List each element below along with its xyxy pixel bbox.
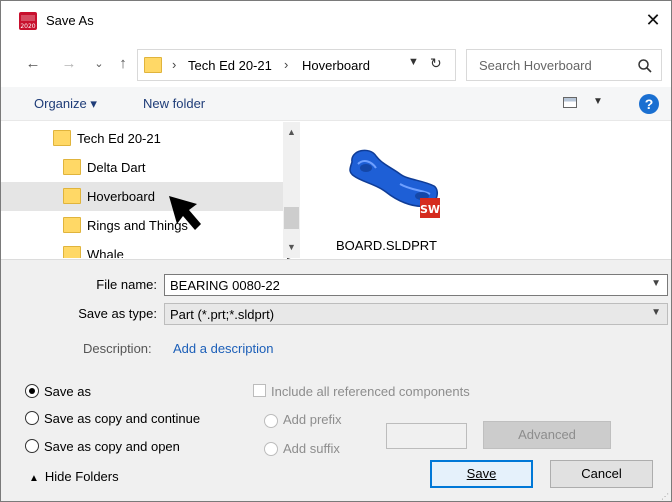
cancel-button[interactable]: Cancel [550, 460, 653, 488]
resize-grip-icon[interactable]: ⋰ [661, 492, 669, 501]
save-as-dialog: 2020 Save As ✕ ← → ⌄ ↑ › Tech Ed 20-21 ›… [0, 0, 672, 502]
tree-item-label: Hoverboard [87, 189, 155, 204]
address-dropdown-chevron-icon[interactable]: ▼ [408, 56, 419, 68]
tree-item-whale[interactable]: Whale [1, 240, 283, 258]
add-suffix-label: Add suffix [283, 441, 340, 456]
breadcrumb-separator: › [284, 57, 289, 72]
new-folder-button[interactable]: New folder [143, 96, 205, 111]
file-name-value: BEARING 0080-22 [170, 278, 280, 293]
tree-item-label: Whale [87, 247, 124, 258]
save-copy-open-label[interactable]: Save as copy and open [44, 439, 180, 454]
save-as-type-value: Part (*.prt;*.sldprt) [170, 307, 275, 322]
tree-item-rings-and-things[interactable]: Rings and Things [1, 211, 283, 240]
prefix-suffix-input[interactable] [386, 423, 467, 449]
tree-item-tech-ed[interactable]: Tech Ed 20-21 [1, 124, 283, 153]
search-icon [638, 59, 652, 73]
save-as-radio-label[interactable]: Save as [44, 384, 91, 399]
save-as-type-chevron-icon[interactable]: ▼ [651, 307, 661, 318]
scrollbar-thumb[interactable] [284, 207, 299, 229]
save-as-type-label: Save as type: [78, 306, 157, 321]
breadcrumb-tech-ed[interactable]: Tech Ed 20-21 [188, 58, 272, 73]
file-list-pane: SW BOARD.SLDPRT [302, 122, 671, 258]
save-copy-continue-radio[interactable] [25, 411, 39, 425]
folder-icon [63, 246, 81, 258]
title-bar: 2020 Save As ✕ [1, 1, 671, 39]
solidworks-app-icon: 2020 [19, 12, 37, 30]
navigation-pane: Tech Ed 20-21 Delta Dart Hoverboard Ring… [1, 122, 301, 258]
tree-item-label: Tech Ed 20-21 [77, 131, 161, 146]
file-name-input[interactable]: BEARING 0080-22 ▼ [164, 274, 668, 296]
add-prefix-label: Add prefix [283, 412, 342, 427]
address-bar[interactable]: › Tech Ed 20-21 › Hoverboard ▼ ↻ [137, 49, 456, 81]
folder-icon [63, 217, 81, 233]
include-references-checkbox[interactable] [253, 384, 266, 397]
close-button[interactable]: ✕ [641, 9, 665, 31]
chevron-up-icon: ▲ [29, 473, 39, 484]
folder-icon [53, 130, 71, 146]
file-name-dropdown-chevron-icon[interactable]: ▼ [651, 278, 661, 289]
solidworks-part-icon: SW [349, 149, 440, 218]
add-description-link[interactable]: Add a description [173, 341, 273, 356]
save-as-radio[interactable] [25, 384, 39, 398]
breadcrumb-hoverboard[interactable]: Hoverboard [302, 58, 370, 73]
save-as-type-select[interactable]: Part (*.prt;*.sldprt) ▼ [164, 303, 668, 325]
save-button[interactable]: Save [430, 460, 533, 488]
back-arrow-icon[interactable]: ← [23, 54, 43, 74]
folder-icon [63, 159, 81, 175]
search-box[interactable]: Search Hoverboard [466, 49, 662, 81]
svg-text:2020: 2020 [20, 23, 35, 30]
description-label: Description: [83, 341, 152, 356]
add-prefix-radio[interactable] [264, 414, 278, 428]
file-name-label: File name: [96, 277, 157, 292]
command-toolbar: Organize ▾ New folder ▼ ? [1, 87, 671, 121]
view-options-chevron-icon[interactable]: ▼ [593, 96, 603, 107]
recent-locations-chevron-icon[interactable]: ⌄ [89, 54, 109, 74]
help-icon[interactable]: ? [639, 94, 659, 114]
save-options-panel: File name: BEARING 0080-22 ▼ Save as typ… [1, 259, 671, 501]
folder-icon [63, 188, 81, 204]
file-item-board[interactable]: SW BOARD.SLDPRT [324, 140, 444, 253]
change-view-icon[interactable] [563, 97, 577, 108]
hide-folders-label: Hide Folders [44, 469, 119, 484]
organize-button[interactable]: Organize ▾ [34, 96, 97, 112]
scroll-down-chevron-icon[interactable]: ▼ [283, 239, 300, 256]
save-copy-open-radio[interactable] [25, 439, 39, 453]
folder-icon [144, 57, 162, 73]
scroll-up-chevron-icon[interactable]: ▲ [283, 124, 300, 141]
svg-text:SW: SW [420, 203, 440, 216]
add-suffix-radio[interactable] [264, 442, 278, 456]
tree-item-label: Delta Dart [87, 160, 146, 175]
breadcrumb-separator: › [172, 57, 177, 72]
advanced-button[interactable]: Advanced [483, 421, 611, 449]
refresh-icon[interactable]: ↻ [430, 55, 442, 72]
include-references-label: Include all referenced components [271, 384, 470, 399]
forward-arrow-icon[interactable]: → [59, 54, 79, 74]
save-button-label: Save [466, 466, 497, 481]
search-placeholder: Search Hoverboard [479, 58, 592, 73]
up-folder-arrow-icon[interactable]: ↑ [113, 54, 133, 74]
tree-scrollbar[interactable]: ▲ ▼ [283, 122, 300, 258]
tree-item-delta-dart[interactable]: Delta Dart [1, 153, 283, 182]
hide-folders-button[interactable]: ▲ Hide Folders [29, 469, 119, 484]
window-title: Save As [46, 13, 94, 28]
navigation-bar: ← → ⌄ ↑ › Tech Ed 20-21 › Hoverboard ▼ ↻… [1, 45, 671, 83]
tree-item-hoverboard[interactable]: Hoverboard [1, 182, 283, 211]
save-copy-continue-label[interactable]: Save as copy and continue [44, 411, 200, 426]
pointer-arrow-icon [169, 196, 201, 230]
file-name-label: BOARD.SLDPRT [336, 238, 437, 253]
